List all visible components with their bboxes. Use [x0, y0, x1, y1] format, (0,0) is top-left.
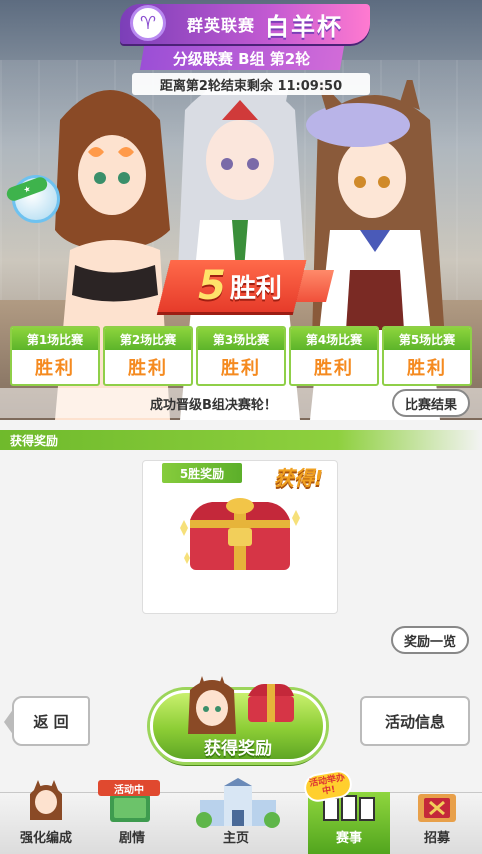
league-round-label: 分级联赛 B组 第2轮: [173, 49, 311, 68]
recruit-ticket-icon: [418, 794, 456, 822]
home-building-icon: [196, 778, 280, 828]
reward-section-title: 获得奖励: [10, 434, 59, 448]
match-results-strip: 第1场比赛 胜利 第2场比赛 胜利 第3场比赛 胜利 第4场比赛 胜利 第5场比…: [10, 326, 472, 386]
match-result-label: 第1场比赛: [12, 328, 98, 350]
match-result-value: 胜利: [128, 358, 168, 379]
back-button-label: 返 回: [33, 712, 69, 731]
match-results-button[interactable]: 比赛结果: [392, 389, 470, 417]
obtained-label: 获得!: [274, 466, 324, 490]
story-event-badge: 活动中: [98, 780, 160, 796]
match-result-value: 胜利: [221, 358, 261, 379]
event-cup-name: 白羊杯: [265, 12, 343, 41]
treasure-chest-icon: [180, 498, 300, 570]
event-title: 群英联赛: [186, 16, 255, 35]
match-result-label: 第4场比赛: [291, 328, 377, 350]
aries-emblem-icon: ♈: [130, 5, 166, 41]
wins-count: 5: [198, 263, 226, 309]
event-info-button[interactable]: 活动信息: [360, 696, 470, 746]
match-result-card: 第2场比赛 胜利: [103, 326, 193, 386]
wins-word: 胜利: [229, 273, 282, 304]
league-round-banner: 分级联赛 B组 第2轮: [139, 46, 345, 70]
event-info-label: 活动信息: [384, 712, 445, 731]
match-result-label: 第5场比赛: [384, 328, 470, 350]
round-countdown: 距离第2轮结束剩余 11:09:50: [132, 73, 370, 95]
claim-reward-label: 获得奖励: [204, 739, 272, 759]
match-result-value: 胜利: [407, 358, 447, 379]
match-result-card: 第1场比赛 胜利: [10, 326, 100, 386]
match-result-card: 第3场比赛 胜利: [196, 326, 286, 386]
match-result-value: 胜利: [314, 358, 354, 379]
nav-item-label: 强化编成: [19, 831, 72, 846]
claim-character-art: [188, 676, 294, 734]
advance-message: 成功晋级B组决赛轮！: [150, 398, 277, 413]
match-result-card: 第4场比赛 胜利: [289, 326, 379, 386]
wins-banner-text: 5 胜利: [170, 258, 310, 314]
match-result-label: 第3场比赛: [198, 328, 284, 350]
reward-section-header: [0, 430, 482, 450]
nav-item-label: 赛事: [335, 831, 362, 846]
back-button[interactable]: 返 回: [4, 696, 90, 746]
nav-item-label: 招募: [423, 831, 450, 846]
match-result-card: 第5场比赛 胜利: [382, 326, 472, 386]
match-result-value: 胜利: [35, 358, 75, 379]
horse-girl-icon: [30, 780, 62, 820]
match-result-label: 第2场比赛: [105, 328, 191, 350]
nav-item-label: 剧情: [118, 831, 145, 846]
hero-banner: 群英联赛 白羊杯 ♈ 分级联赛 B组 第2轮 距离第2轮结束剩余 11:09:5…: [0, 0, 482, 420]
reward-list-button[interactable]: 奖励一览: [391, 626, 469, 654]
reward-card-title: 5胜奖励: [162, 463, 242, 483]
nav-item-label: 主页: [222, 831, 249, 846]
